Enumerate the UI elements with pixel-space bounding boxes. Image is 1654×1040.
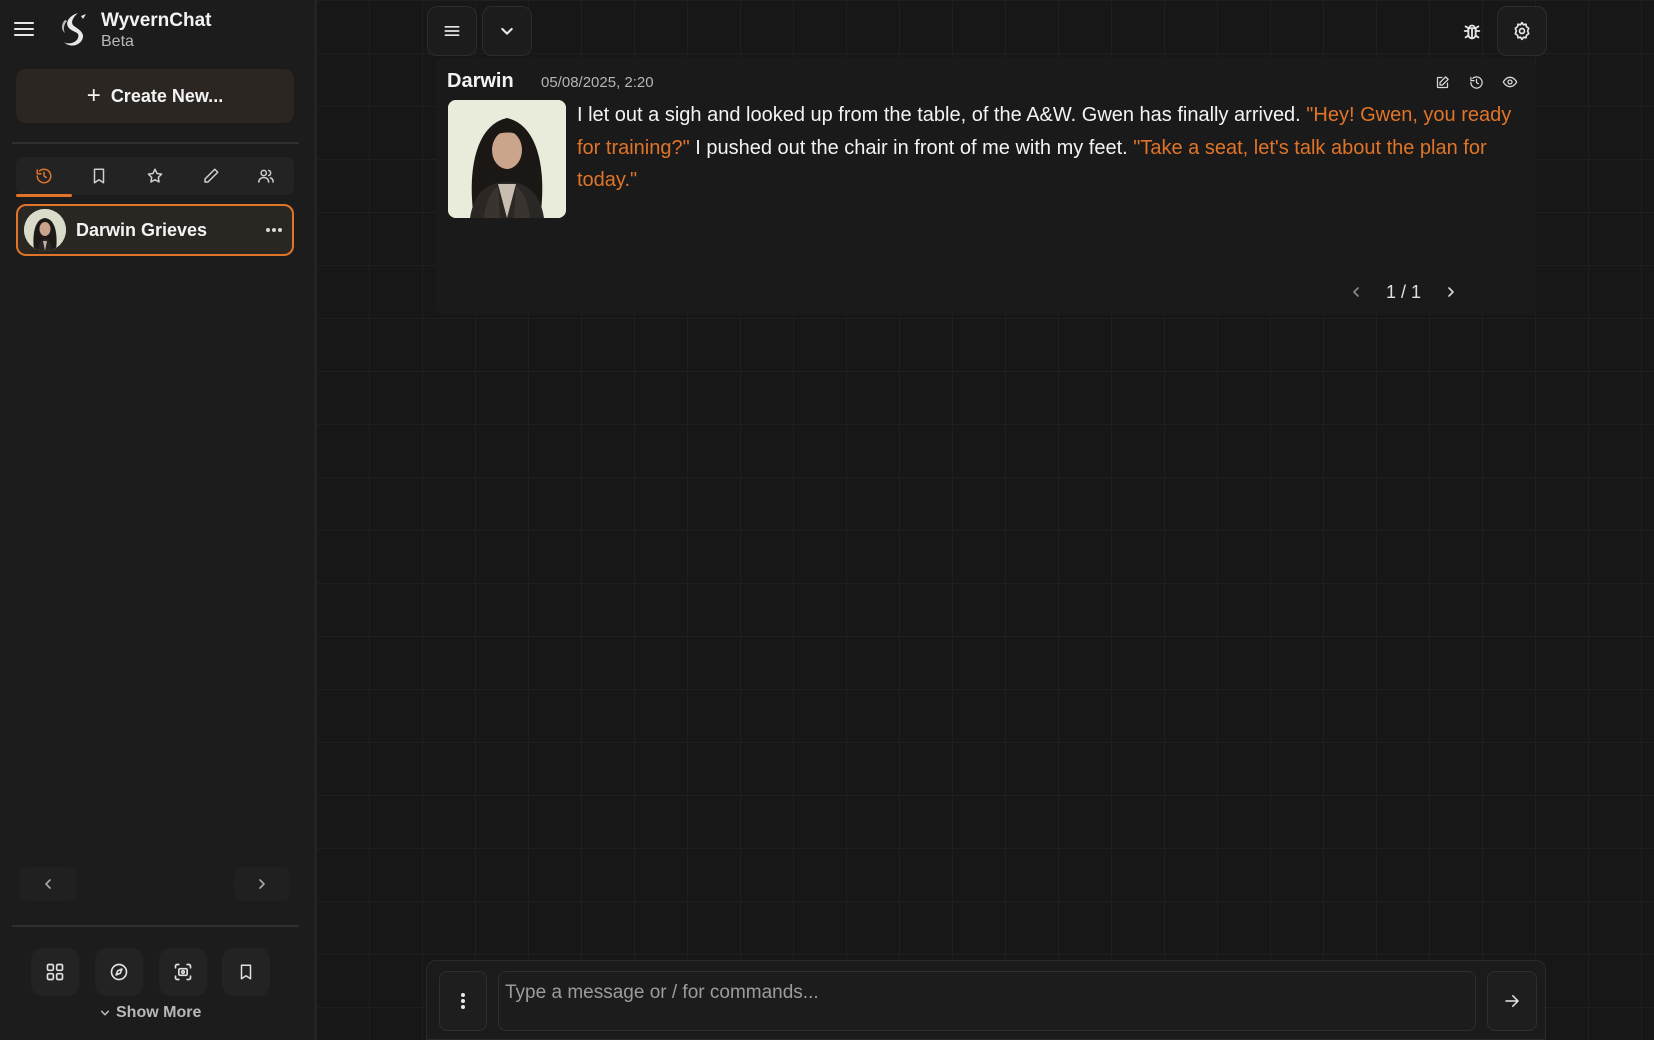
chevron-down-icon bbox=[100, 1010, 110, 1016]
edit-message-button[interactable] bbox=[1432, 72, 1452, 92]
composer-options-button[interactable] bbox=[439, 971, 487, 1031]
create-new-button[interactable]: + Create New... bbox=[16, 69, 294, 123]
view-message-button[interactable] bbox=[1500, 72, 1520, 92]
tab-history[interactable] bbox=[16, 157, 72, 197]
message-narration: I let out a sigh and looked up from the … bbox=[577, 104, 1307, 126]
more-options-icon[interactable] bbox=[262, 218, 286, 242]
scan-icon bbox=[174, 963, 192, 981]
tab-favorites[interactable] bbox=[127, 157, 183, 195]
show-more-label: Show More bbox=[116, 1004, 202, 1021]
show-more-button[interactable]: Show More bbox=[100, 1004, 201, 1022]
plus-icon: + bbox=[86, 82, 101, 109]
bug-report-button[interactable] bbox=[1447, 6, 1497, 56]
history-icon bbox=[1469, 75, 1483, 89]
message-card: Darwin 05/08/2025, 2:20 I let out a sigh… bbox=[436, 58, 1536, 314]
tab-groups[interactable] bbox=[238, 157, 294, 195]
sidebar-tabs bbox=[16, 157, 294, 197]
create-new-label: Create New... bbox=[110, 85, 224, 106]
chevron-right-icon bbox=[259, 879, 265, 889]
next-swipe-button[interactable] bbox=[1439, 280, 1463, 304]
divider bbox=[12, 925, 299, 927]
eye-icon bbox=[1502, 76, 1518, 88]
chat-dropdown-button[interactable] bbox=[482, 6, 532, 56]
hamburger-menu-icon bbox=[444, 26, 460, 37]
chat-item-name: Darwin Grieves bbox=[76, 219, 208, 240]
chat-menu-button[interactable] bbox=[427, 6, 477, 56]
message-actions bbox=[1432, 72, 1520, 92]
tab-drafts[interactable] bbox=[183, 157, 239, 195]
message-history-button[interactable] bbox=[1466, 72, 1486, 92]
chevron-left-icon bbox=[45, 879, 51, 889]
arrow-right-icon bbox=[1505, 995, 1519, 1007]
grid-icon bbox=[46, 963, 64, 981]
sidebar-prev-page-button[interactable] bbox=[20, 867, 76, 901]
history-icon bbox=[36, 168, 52, 184]
users-icon bbox=[258, 169, 275, 183]
app-root: WyvernChat Beta + Create New... Darwin G… bbox=[0, 0, 1654, 1040]
composer bbox=[426, 960, 1546, 1040]
swipe-counter: 1 / 1 bbox=[1386, 281, 1422, 302]
brand-tag: Beta bbox=[101, 33, 134, 50]
chat-item-darwin-grieves[interactable]: Darwin Grieves bbox=[16, 204, 294, 256]
message-author: Darwin bbox=[447, 70, 514, 92]
message-input[interactable] bbox=[498, 971, 1476, 1031]
prev-swipe-button[interactable] bbox=[1344, 280, 1368, 304]
divider bbox=[12, 142, 299, 144]
nav-bookmarks-button[interactable] bbox=[222, 948, 270, 996]
chevron-left-icon bbox=[1353, 287, 1359, 297]
message-avatar bbox=[448, 100, 566, 218]
chevron-down-icon bbox=[501, 27, 513, 35]
avatar bbox=[24, 209, 66, 251]
compass-icon bbox=[110, 963, 128, 981]
message-pager: 1 / 1 bbox=[1344, 280, 1463, 304]
tab-bookmarks[interactable] bbox=[72, 157, 128, 195]
chat-main: Darwin 05/08/2025, 2:20 I let out a sigh… bbox=[316, 0, 1654, 1040]
wyvern-logo-icon bbox=[62, 13, 86, 46]
send-button[interactable] bbox=[1487, 971, 1537, 1031]
settings-button[interactable] bbox=[1497, 6, 1547, 56]
edit-icon bbox=[1436, 75, 1449, 88]
nav-scan-button[interactable] bbox=[159, 948, 207, 996]
nav-dashboard-button[interactable] bbox=[31, 948, 79, 996]
bookmark-icon bbox=[94, 168, 105, 184]
message-text: I let out a sigh and looked up from the … bbox=[577, 99, 1517, 197]
bookmark-icon bbox=[240, 964, 252, 980]
message-timestamp: 05/08/2025, 2:20 bbox=[541, 74, 654, 91]
brand-name: WyvernChat bbox=[101, 10, 212, 31]
sidebar-next-page-button[interactable] bbox=[234, 867, 290, 901]
chevron-right-icon bbox=[1448, 287, 1454, 297]
gear-icon bbox=[1514, 21, 1530, 41]
more-vertical-icon bbox=[461, 993, 465, 1009]
nav-explore-button[interactable] bbox=[95, 948, 143, 996]
bug-icon bbox=[1463, 24, 1481, 40]
pencil-icon bbox=[203, 168, 219, 183]
sidebar: WyvernChat Beta + Create New... Darwin G… bbox=[0, 0, 316, 1040]
message-narration: I pushed out the chair in front of me wi… bbox=[689, 136, 1134, 159]
hamburger-menu-icon[interactable] bbox=[12, 18, 36, 42]
star-icon bbox=[147, 168, 163, 183]
